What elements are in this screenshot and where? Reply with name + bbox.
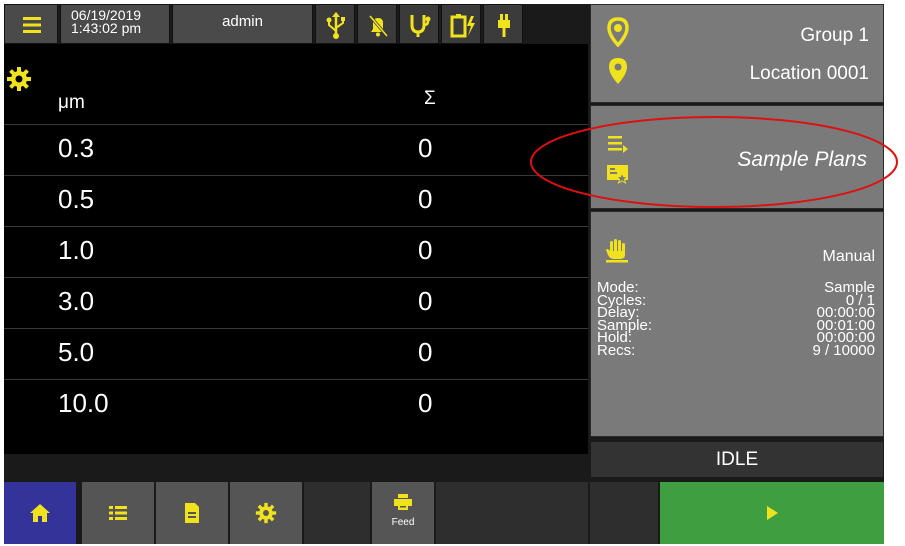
group-name: Group 1 [800,25,869,46]
table-row: 10.0 0 [4,379,588,427]
date-time-display[interactable]: 06/19/2019 1:43:02 pm [60,4,170,44]
table-row: 5.0 0 [4,328,588,376]
time-text: 1:43:02 pm [71,20,142,36]
row-count: 0 [418,286,433,316]
location-group-icon [607,17,629,47]
row-size: 0.3 [58,133,95,163]
sample-plans-label: Sample Plans [737,148,867,171]
row-count: 0 [418,337,433,367]
home-icon [30,504,50,522]
column-header-size: μm [58,92,85,113]
usb-status[interactable] [315,4,355,44]
row-size: 1.0 [58,235,95,265]
empty-nav-slot [436,482,588,544]
settings-button[interactable] [230,482,302,544]
row-size: 3.0 [58,286,95,316]
column-header-sum: Σ [424,88,436,109]
settings-icon[interactable] [6,66,32,92]
feed-label: Feed [391,517,415,528]
row-size: 0.5 [58,184,95,214]
battery-charging-icon [450,14,475,38]
location-panel[interactable]: Group 1 Location 0001 [590,4,884,103]
state-text: IDLE [715,449,759,470]
location-name: Location 0001 [749,63,869,84]
play-icon [767,506,778,520]
location-pin-icon [609,58,627,84]
alarm-mute-button[interactable] [357,4,397,44]
sample-plans-button[interactable]: Sample Plans [590,105,884,209]
plug-icon [498,14,510,37]
device-screen: 06/19/2019 1:43:02 pm admin μm Σ 0.3 0 0… [4,4,884,544]
empty-nav-slot [590,482,658,544]
state-bar: IDLE [590,441,884,478]
table-row: 0.3 0 [4,124,588,172]
battery-status[interactable] [441,4,481,44]
reports-button[interactable] [156,482,228,544]
row-count: 0 [418,235,433,265]
list-view-button[interactable] [82,482,154,544]
table-row: 1.0 0 [4,226,588,274]
user-name: admin [222,13,263,30]
list-arrow-icon [608,136,628,153]
table-row: 0.5 0 [4,175,588,223]
user-button[interactable]: admin [172,4,313,44]
row-count: 0 [418,184,433,214]
manual-hand-icon [606,239,628,263]
alarm-muted-icon [368,15,389,37]
feed-button[interactable]: Feed [372,482,434,544]
menu-icon [23,17,41,33]
table-row: 3.0 0 [4,277,588,325]
sensor-icon [410,15,431,37]
row-size: 10.0 [58,388,109,418]
recs-label: Recs: [597,341,636,359]
sensor-status[interactable] [399,4,439,44]
row-count: 0 [418,133,433,163]
plan-card-icon [607,165,629,185]
list-icon [109,506,127,520]
printer-icon [394,494,412,510]
gear-icon [255,502,277,524]
row-size: 5.0 [58,337,95,367]
menu-button[interactable] [4,4,58,44]
document-icon [185,503,199,523]
home-button[interactable] [4,482,76,544]
row-count: 0 [418,388,433,418]
start-button[interactable] [660,482,884,544]
status-panel: Manual Mode: Cycles: Delay: Sample: Hold… [590,211,884,437]
usb-icon [326,12,345,39]
status-values: Sample 0 / 1 00:00:00 00:01:00 00:00:00 … [812,280,875,359]
status-labels: Mode: Cycles: Delay: Sample: Hold: Recs: [597,280,652,359]
mode-type: Manual [822,248,875,265]
particle-count-table: μm Σ 0.3 0 0.5 0 1.0 0 3.0 0 5.0 0 10.0 … [4,44,588,454]
recs-value: 9 / 10000 [812,341,875,359]
empty-nav-slot [304,482,370,544]
power-status[interactable] [483,4,523,44]
